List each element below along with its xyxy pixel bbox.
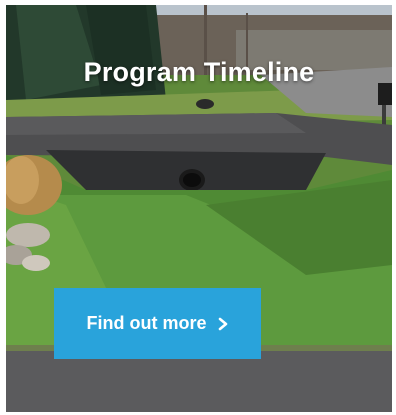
card-title: Program Timeline [83,57,315,87]
chevron-right-icon [218,317,227,330]
program-timeline-card[interactable]: Program Timeline Find out more [6,5,392,412]
find-out-more-label: Find out more [86,313,207,333]
find-out-more-button[interactable]: Find out more [54,288,261,359]
